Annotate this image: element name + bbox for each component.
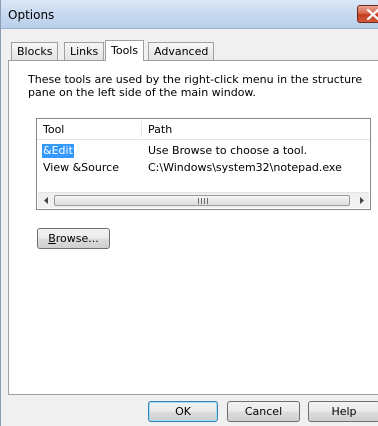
browse-label: rowse... (55, 232, 99, 245)
tool-name[interactable]: View &Source (43, 161, 119, 175)
tools-description: These tools are used by the right-click … (28, 73, 363, 99)
tab-tools[interactable]: Tools (105, 40, 145, 61)
arrow-left-icon[interactable] (42, 196, 50, 205)
tool-name[interactable]: &Edit (42, 144, 74, 158)
help-button[interactable]: Help (308, 401, 378, 422)
column-header-tool[interactable]: Tool (43, 123, 64, 136)
tool-path: C:\Windows\system32\notepad.exe (148, 161, 342, 174)
close-icon (366, 9, 378, 20)
options-dialog: Options Blocks Links Tools Advanced Thes… (0, 0, 378, 426)
window-title: Options (8, 8, 55, 22)
grip-icon (196, 198, 210, 204)
close-button[interactable] (357, 5, 378, 23)
column-header-path[interactable]: Path (148, 123, 172, 136)
cancel-button[interactable]: Cancel (227, 401, 300, 422)
ok-button[interactable]: OK (148, 401, 218, 422)
arrow-right-icon[interactable] (358, 196, 366, 205)
list-item[interactable]: &Edit Use Browse to choose a tool. (37, 144, 370, 158)
list-item[interactable]: View &Source C:\Windows\system32\notepad… (37, 161, 370, 175)
tool-path: Use Browse to choose a tool. (148, 144, 308, 157)
tab-advanced[interactable]: Advanced (148, 42, 215, 60)
scroll-thumb[interactable] (54, 195, 350, 206)
browse-button[interactable]: Browse... (37, 228, 110, 249)
tools-list[interactable]: Tool Path &Edit Use Browse to choose a t… (36, 118, 371, 210)
title-bar: Options (1, 0, 378, 29)
horizontal-scrollbar[interactable] (38, 192, 369, 208)
list-header: Tool Path (37, 119, 370, 140)
column-divider[interactable] (141, 121, 142, 137)
tab-links[interactable]: Links (64, 42, 105, 60)
tab-blocks[interactable]: Blocks (11, 42, 59, 60)
browse-accelerator: B (48, 232, 56, 245)
